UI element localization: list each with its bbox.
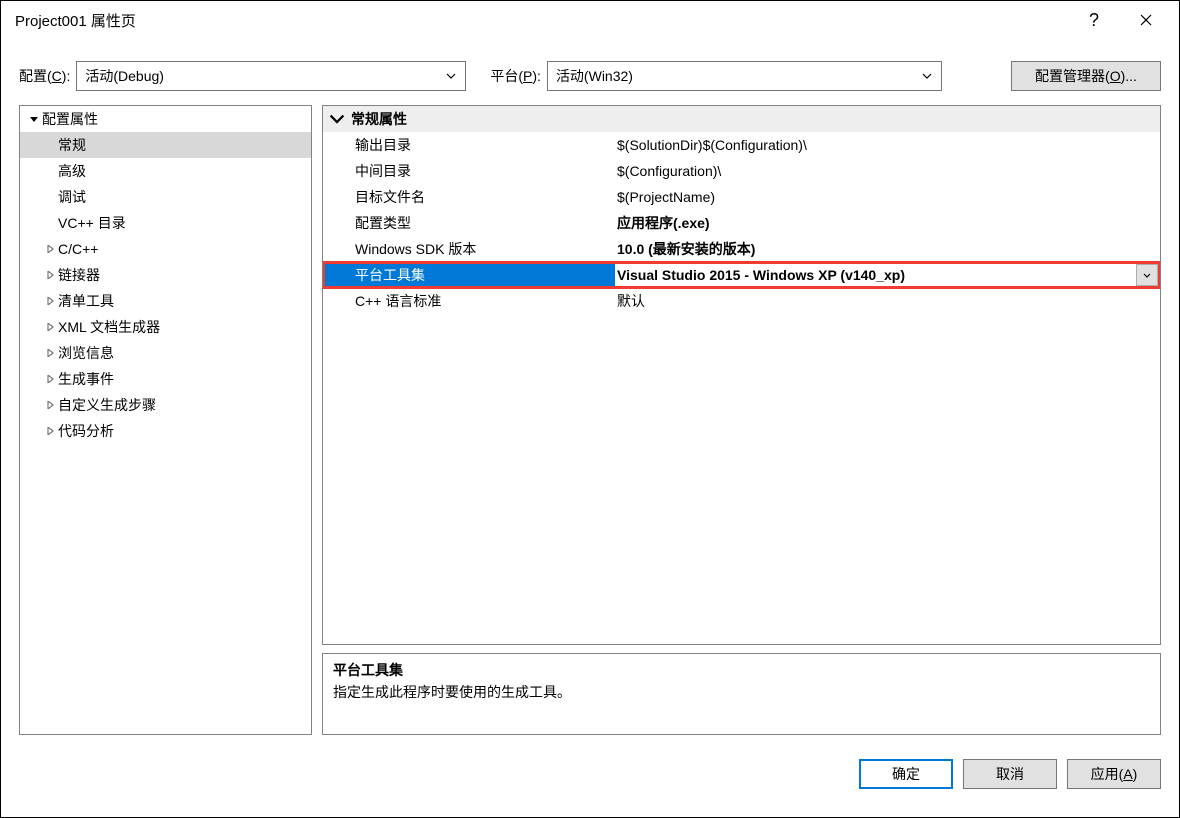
description-title: 平台工具集: [333, 660, 1150, 680]
expand-down-icon: [26, 111, 42, 127]
property-value: 应用程序(.exe): [615, 213, 1160, 233]
tree-panel: 配置属性常规高级调试 VC++ 目录 C/C++ 链接器清单工具 XML 文档生成器浏览…: [19, 105, 312, 735]
footer: 确定 取消 应用(A): [1, 745, 1179, 803]
property-grid: 常规属性输出目录$(SolutionDir)$(Configuration)\中…: [322, 105, 1161, 645]
cancel-button[interactable]: 取消: [963, 759, 1057, 789]
property-value: $(SolutionDir)$(Configuration)\: [615, 137, 1160, 153]
tree-item-label: 清单工具: [58, 291, 114, 311]
expand-right-icon: [42, 241, 58, 257]
right-panel: 常规属性输出目录$(SolutionDir)$(Configuration)\中…: [322, 105, 1161, 735]
close-button[interactable]: [1123, 4, 1169, 36]
main-area: 配置属性常规高级调试 VC++ 目录 C/C++ 链接器清单工具 XML 文档生成器浏览…: [1, 101, 1179, 745]
expand-right-icon: [42, 423, 58, 439]
chevron-down-icon: [917, 73, 937, 79]
tree-item[interactable]: 自定义生成步骤: [20, 392, 311, 418]
help-button[interactable]: ?: [1071, 4, 1117, 36]
tree-item[interactable]: 调试: [20, 184, 311, 210]
property-row[interactable]: 目标文件名$(ProjectName): [323, 184, 1160, 210]
property-row[interactable]: 输出目录$(SolutionDir)$(Configuration)\: [323, 132, 1160, 158]
tree-item-label: 浏览信息: [58, 343, 114, 363]
config-row: 配置(C): 活动(Debug) 平台(P): 活动(Win32) 配置管理器(…: [1, 39, 1179, 101]
description-panel: 平台工具集 指定生成此程序时要使用的生成工具。: [322, 653, 1161, 735]
tree-item[interactable]: 链接器: [20, 262, 311, 288]
description-body: 指定生成此程序时要使用的生成工具。: [333, 682, 1150, 702]
platform-value: 活动(Win32): [556, 66, 917, 86]
section-title: 常规属性: [351, 109, 407, 129]
tree-item-label: 调试: [58, 187, 86, 207]
config-value: 活动(Debug): [85, 66, 441, 86]
apply-button[interactable]: 应用(A): [1067, 759, 1161, 789]
config-dropdown[interactable]: 活动(Debug): [76, 61, 466, 91]
tree-item-label: 自定义生成步骤: [58, 395, 156, 415]
tree-item[interactable]: 清单工具: [20, 288, 311, 314]
ok-button[interactable]: 确定: [859, 759, 953, 789]
property-name: 配置类型: [323, 213, 615, 233]
tree-item[interactable]: 生成事件: [20, 366, 311, 392]
property-value: $(Configuration)\: [615, 163, 1160, 179]
tree-item-label: 代码分析: [58, 421, 114, 441]
expand-right-icon: [42, 267, 58, 283]
close-icon: [1140, 14, 1152, 26]
tree-item[interactable]: 浏览信息: [20, 340, 311, 366]
section-header[interactable]: 常规属性: [323, 106, 1160, 132]
tree-item[interactable]: 常规: [20, 132, 311, 158]
config-manager-button[interactable]: 配置管理器(O)...: [1011, 61, 1161, 91]
property-name: 输出目录: [323, 135, 615, 155]
tree-item-label: VC++ 目录: [58, 213, 126, 233]
property-row[interactable]: C++ 语言标准默认: [323, 288, 1160, 314]
property-row[interactable]: 平台工具集Visual Studio 2015 - Windows XP (v1…: [323, 262, 1160, 288]
platform-label: 平台(P):: [490, 66, 541, 86]
tree-item-label: C/C++: [58, 241, 98, 257]
platform-dropdown[interactable]: 活动(Win32): [547, 61, 942, 91]
tree-item-label: 链接器: [58, 265, 100, 285]
property-name: C++ 语言标准: [323, 291, 615, 311]
property-value: Visual Studio 2015 - Windows XP (v140_xp…: [615, 267, 1160, 283]
tree-item[interactable]: VC++ 目录: [20, 210, 311, 236]
property-row[interactable]: 中间目录$(Configuration)\: [323, 158, 1160, 184]
property-value: 10.0 (最新安装的版本): [615, 239, 1160, 259]
chevron-down-icon: [441, 73, 461, 79]
property-name: 中间目录: [323, 161, 615, 181]
collapse-icon: [329, 111, 345, 127]
tree-item-label: 常规: [58, 135, 86, 155]
expand-right-icon: [42, 371, 58, 387]
property-value: 默认: [615, 291, 1160, 311]
expand-right-icon: [42, 345, 58, 361]
tree-item[interactable]: C/C++: [20, 236, 311, 262]
expand-right-icon: [42, 397, 58, 413]
tree-root[interactable]: 配置属性: [20, 106, 311, 132]
tree-item-label: XML 文档生成器: [58, 317, 160, 337]
property-name: 目标文件名: [323, 187, 615, 207]
tree-item-label: 高级: [58, 161, 86, 181]
window-title: Project001 属性页: [15, 10, 1071, 31]
tree-item[interactable]: 代码分析: [20, 418, 311, 444]
tree-item[interactable]: 高级: [20, 158, 311, 184]
property-row[interactable]: 配置类型应用程序(.exe): [323, 210, 1160, 236]
config-label: 配置(C):: [19, 66, 70, 86]
property-row[interactable]: Windows SDK 版本10.0 (最新安装的版本): [323, 236, 1160, 262]
property-name: 平台工具集: [323, 262, 615, 288]
expand-right-icon: [42, 319, 58, 335]
property-name: Windows SDK 版本: [323, 239, 615, 259]
tree-item-label: 生成事件: [58, 369, 114, 389]
dropdown-button[interactable]: [1136, 264, 1158, 286]
expand-right-icon: [42, 293, 58, 309]
tree-root-label: 配置属性: [42, 109, 98, 129]
property-value: $(ProjectName): [615, 189, 1160, 205]
titlebar: Project001 属性页 ?: [1, 1, 1179, 39]
tree-item[interactable]: XML 文档生成器: [20, 314, 311, 340]
